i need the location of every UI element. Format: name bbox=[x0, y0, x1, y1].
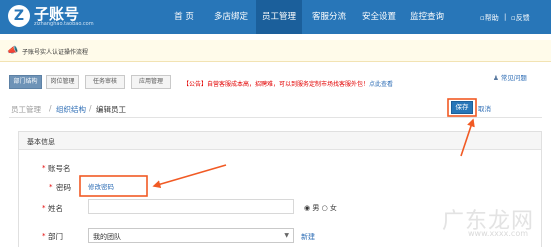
radio-female-icon[interactable]: ○ bbox=[322, 204, 328, 212]
panel-header: 基本信息 bbox=[19, 132, 541, 150]
account-label: 账号名 bbox=[48, 164, 71, 173]
tab-task-review[interactable]: 任务审核 bbox=[85, 75, 125, 89]
department-select-value: 我的团队 bbox=[93, 233, 121, 241]
section-title: 基本信息 bbox=[27, 138, 55, 146]
tab-app-management[interactable]: 应用管理 bbox=[131, 75, 171, 89]
gender-radio-group: ◉ 男 ○ 女 bbox=[304, 203, 337, 213]
nav-service-routing[interactable]: 客服分流 bbox=[306, 0, 352, 34]
megaphone-icon: 📣 bbox=[7, 46, 19, 56]
radio-male-icon[interactable]: ◉ bbox=[304, 204, 310, 212]
breadcrumb-separator: / bbox=[89, 104, 92, 113]
faq-link[interactable]: ♟ 常见问题 bbox=[493, 72, 527, 82]
user-help-icon: ♟ bbox=[493, 74, 499, 82]
notice-bar: 📣 子账号实人认证操作流程 bbox=[0, 40, 551, 62]
new-department-link[interactable]: 新建 bbox=[301, 232, 315, 242]
breadcrumb-org-structure[interactable]: 组织结构 bbox=[56, 104, 86, 115]
logo-mark-icon: Z bbox=[8, 5, 30, 27]
department-select[interactable]: 我的团队 ▼ bbox=[88, 228, 294, 243]
feedback-link[interactable]: ▫反馈 bbox=[511, 13, 530, 23]
change-password-link[interactable]: 修改密码 bbox=[88, 181, 114, 191]
tab-department-structure[interactable]: 部门结构 bbox=[9, 75, 42, 89]
name-label: 姓名 bbox=[48, 204, 63, 213]
cancel-button[interactable]: 取消 bbox=[478, 103, 491, 113]
name-input[interactable] bbox=[88, 199, 294, 214]
nav-monitoring[interactable]: 监控查询 bbox=[404, 0, 450, 34]
required-mark: * bbox=[42, 232, 46, 240]
required-mark: * bbox=[49, 183, 53, 191]
required-mark: * bbox=[42, 204, 46, 212]
breadcrumb-separator: / bbox=[49, 104, 52, 113]
department-label: 部门 bbox=[48, 232, 63, 241]
chevron-down-icon: ▼ bbox=[284, 232, 289, 239]
breadcrumb-current: 编辑员工 bbox=[96, 105, 126, 114]
nav-staff-management[interactable]: 员工管理 bbox=[256, 0, 302, 34]
notice-link[interactable]: 子账号实人认证操作流程 bbox=[22, 47, 88, 56]
password-label: 密码 bbox=[56, 183, 71, 192]
announcement-banner: 【公告】自营客服成本高，招聘难，可以到服务定制市场找客服外包！点此查看 bbox=[183, 79, 393, 88]
util-divider: | bbox=[504, 13, 507, 21]
logo-subtitle: zizhanghao.taobao.com bbox=[34, 21, 94, 27]
app-logo[interactable]: Z 子账号 zizhanghao.taobao.com bbox=[8, 4, 100, 30]
radio-female-label[interactable]: 女 bbox=[330, 204, 337, 212]
top-nav-bar: Z 子账号 zizhanghao.taobao.com 首 页 多店绑定 员工管… bbox=[0, 0, 551, 34]
announcement-text: 【公告】自营客服成本高，招聘难，可以到服务定制市场找客服外包！ bbox=[183, 81, 370, 88]
nav-multi-store[interactable]: 多店绑定 bbox=[208, 0, 254, 34]
save-button[interactable]: 保存 bbox=[451, 101, 473, 114]
nav-home[interactable]: 首 页 bbox=[168, 0, 200, 34]
breadcrumb-root[interactable]: 员工管理 bbox=[11, 104, 41, 115]
nav-security[interactable]: 安全设置 bbox=[356, 0, 402, 34]
required-mark: * bbox=[42, 164, 46, 172]
watermark-domain: www.xxxx.com bbox=[468, 229, 529, 238]
announcement-link[interactable]: 点此查看 bbox=[369, 81, 393, 88]
help-link[interactable]: ▫帮助 bbox=[480, 13, 499, 23]
tab-position-management[interactable]: 岗位管理 bbox=[46, 75, 79, 89]
radio-male-label[interactable]: 男 bbox=[312, 204, 319, 212]
